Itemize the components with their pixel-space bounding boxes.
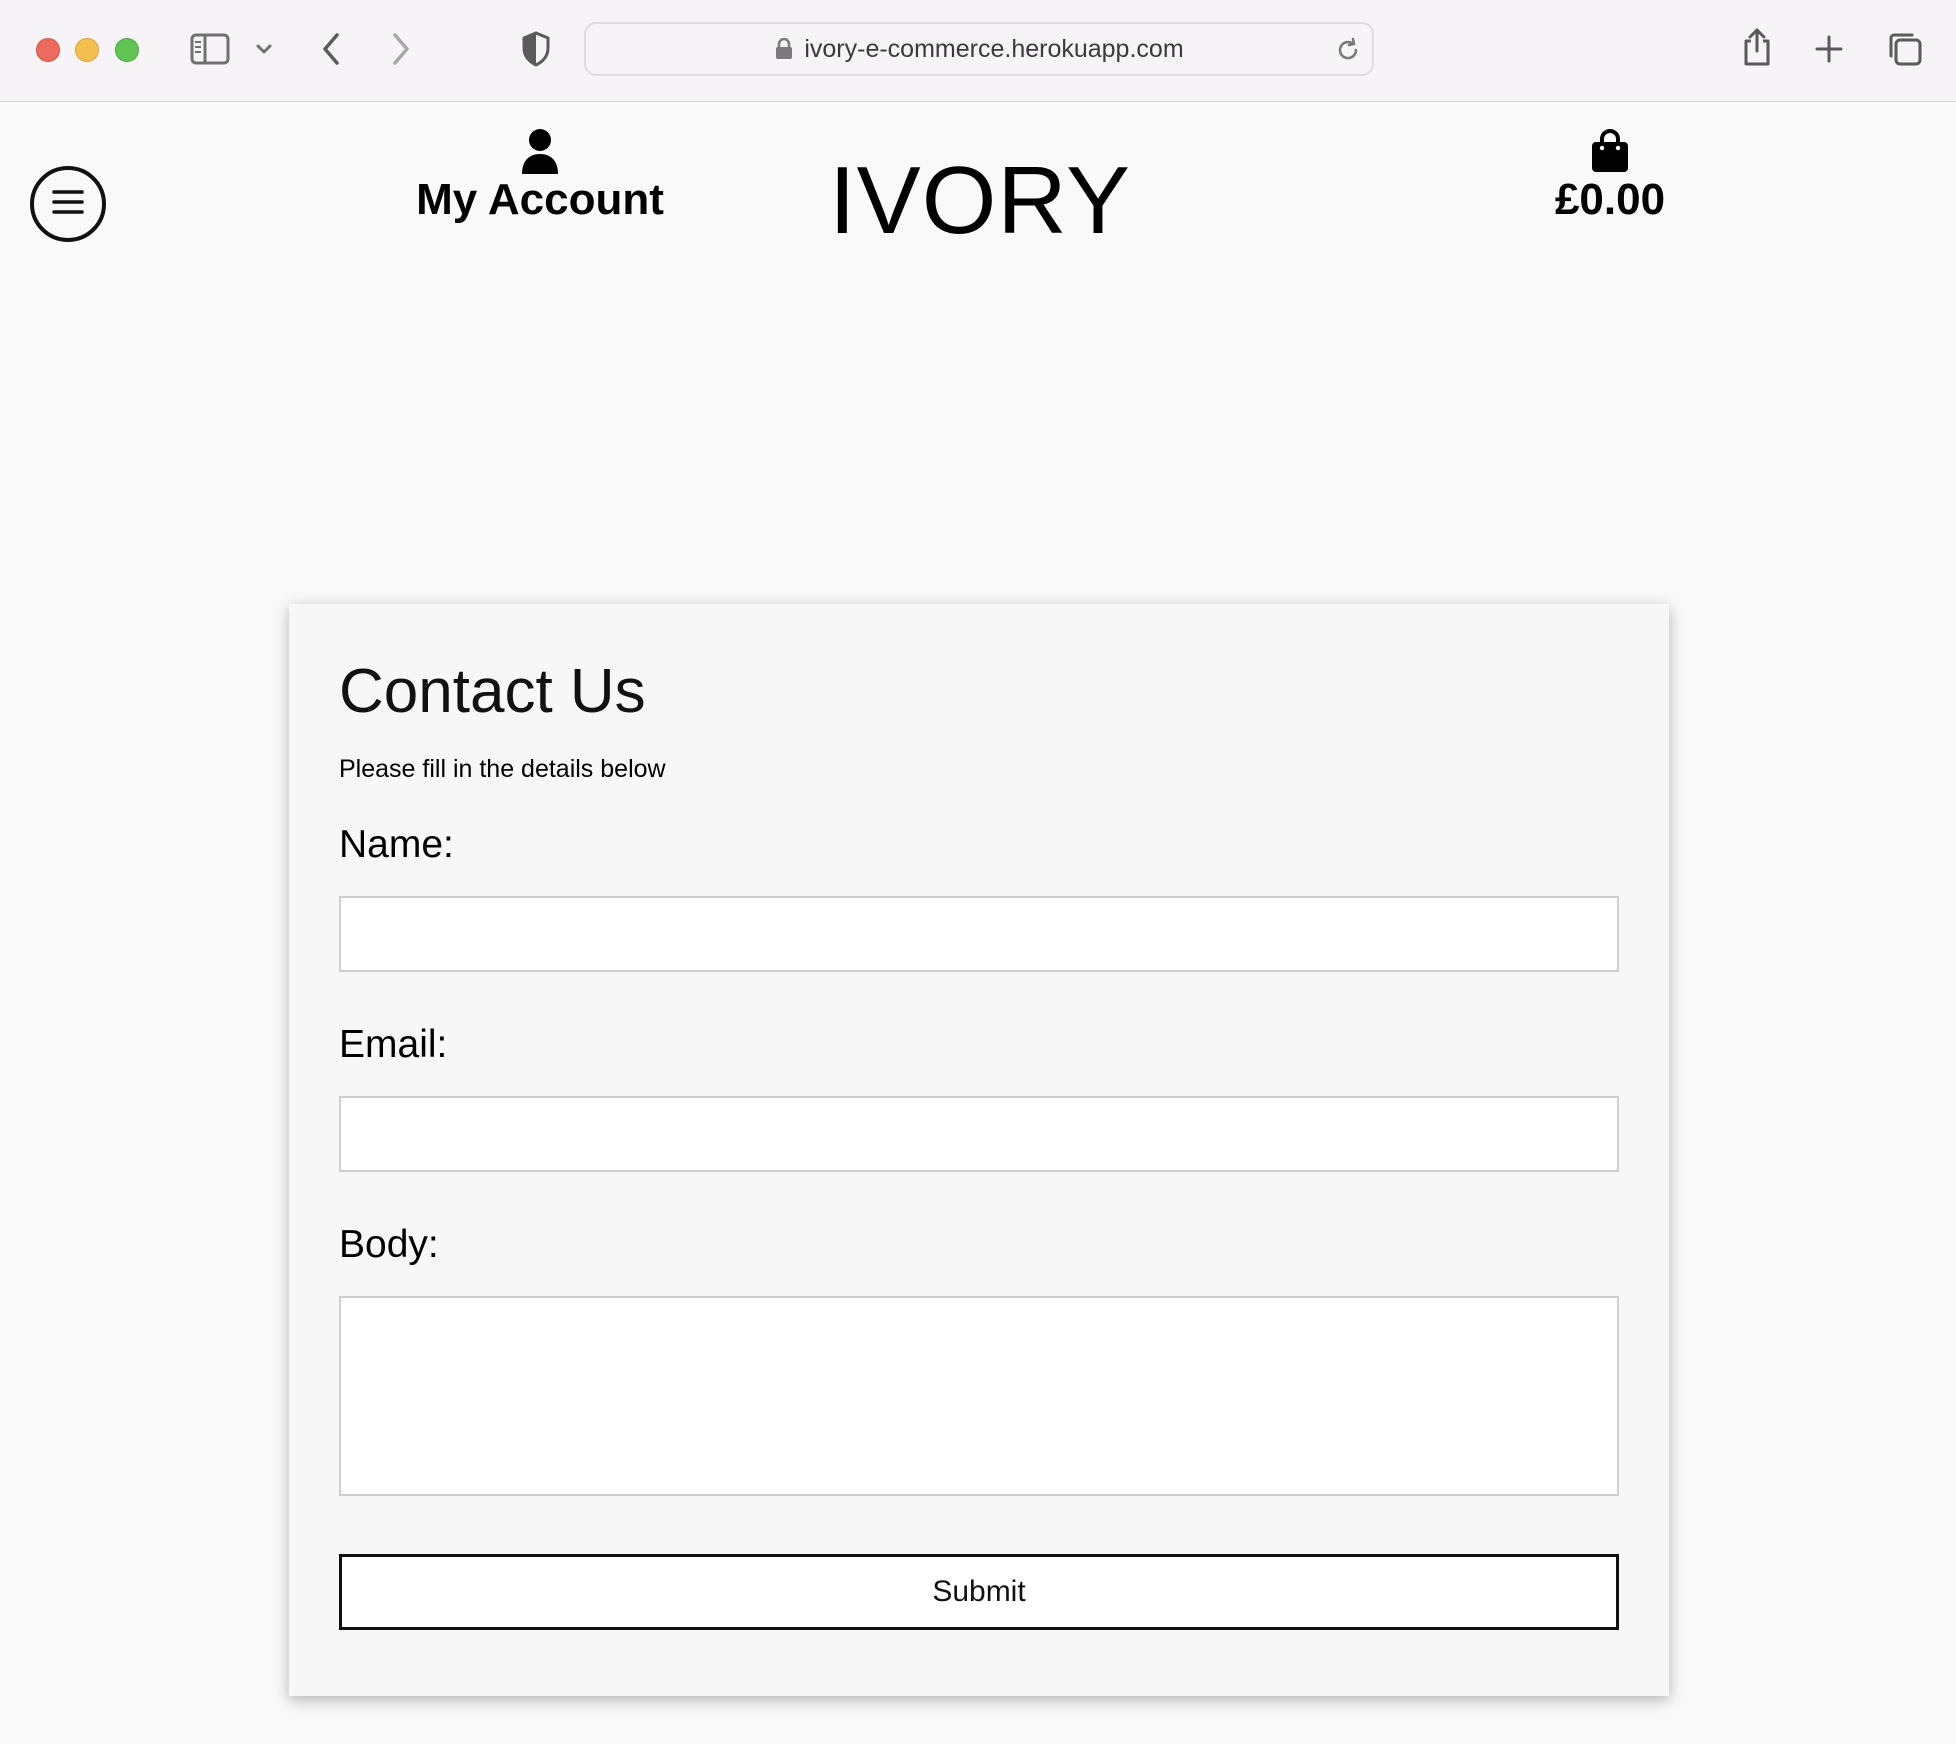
browser-toolbar: ivory-e-commerce.herokuapp.com [0, 0, 1956, 102]
share-icon[interactable] [1740, 26, 1774, 68]
hamburger-icon [51, 188, 85, 221]
close-window-button[interactable] [36, 38, 60, 62]
email-input[interactable] [339, 1096, 1619, 1172]
page-title: Contact Us [339, 657, 646, 726]
name-input[interactable] [339, 896, 1619, 972]
shopping-bag-link[interactable]: £0.00 [1530, 128, 1690, 224]
body-label: Body: [339, 1223, 439, 1266]
brand-logo[interactable]: IVORY [820, 146, 1140, 256]
contact-card: Contact Us Please fill in the details be… [289, 604, 1669, 1696]
submit-button[interactable]: Submit [339, 1554, 1619, 1630]
sidebar-icon[interactable] [190, 32, 230, 66]
menu-button[interactable] [30, 166, 106, 242]
maximize-window-button[interactable] [115, 38, 139, 62]
address-bar[interactable]: ivory-e-commerce.herokuapp.com [584, 22, 1374, 76]
lock-icon [774, 37, 794, 61]
tabs-overview-icon[interactable] [1886, 30, 1924, 68]
back-icon[interactable] [318, 30, 344, 68]
chevron-down-icon[interactable] [254, 40, 274, 58]
shopping-bag-icon [1590, 128, 1630, 174]
reload-icon[interactable] [1334, 36, 1362, 64]
minimize-window-button[interactable] [75, 38, 99, 62]
email-label: Email: [339, 1023, 448, 1066]
name-label: Name: [339, 823, 454, 866]
url-text: ivory-e-commerce.herokuapp.com [804, 34, 1184, 63]
form-instructions: Please fill in the details below [339, 755, 666, 783]
address-display: ivory-e-commerce.herokuapp.com [586, 24, 1372, 74]
user-icon [520, 128, 560, 174]
my-account-label: My Account [416, 175, 664, 224]
new-tab-icon[interactable] [1812, 32, 1846, 66]
body-textarea[interactable] [339, 1296, 1619, 1496]
my-account-link[interactable]: My Account [410, 128, 670, 224]
shield-icon[interactable] [520, 30, 552, 68]
forward-icon[interactable] [388, 30, 414, 68]
bag-total: £0.00 [1554, 175, 1666, 224]
